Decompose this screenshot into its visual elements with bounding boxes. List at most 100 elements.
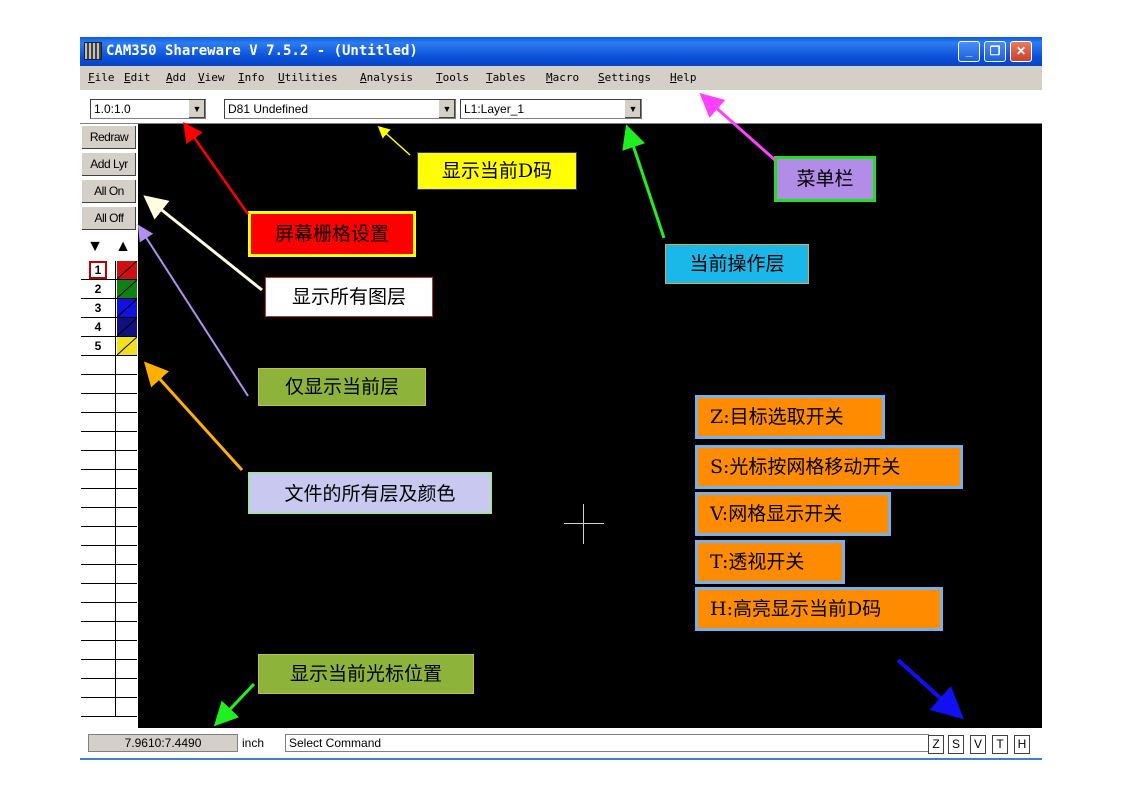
layer-color-swatch (117, 603, 137, 621)
layer-color-swatch[interactable] (117, 299, 137, 317)
menu-tools[interactable]: Tools (436, 71, 469, 84)
dcode-select-chevron-down-icon[interactable]: ▼ (438, 100, 455, 118)
layer-number-label: 1 (88, 261, 108, 279)
callout-v-toggle: V:网格显示开关 (695, 492, 891, 536)
callout-grid-setting: 屏幕栅格设置 (248, 211, 416, 257)
layer-number (81, 470, 116, 488)
layer-row (81, 489, 137, 508)
cursor-crosshair-icon (564, 523, 604, 524)
callout-current-dcode: 显示当前D码 (417, 152, 577, 190)
menu-info[interactable]: Info (238, 71, 265, 84)
layer-select-chevron-down-icon[interactable]: ▼ (624, 100, 641, 118)
all-on-button[interactable]: All On (81, 179, 137, 204)
toggle-v[interactable]: V (970, 735, 986, 754)
layer-row (81, 527, 137, 546)
layer-color-swatch (117, 451, 137, 469)
callout-current-layer: 当前操作层 (665, 244, 809, 284)
redraw-button[interactable]: Redraw (81, 125, 137, 150)
menu-utilities[interactable]: Utilities (278, 71, 338, 84)
layer-color-swatch (117, 527, 137, 545)
restore-button[interactable]: ❐ (984, 41, 1006, 62)
layer-color-swatch[interactable] (117, 280, 137, 298)
layer-color-swatch[interactable] (117, 337, 137, 355)
layer-row[interactable]: 1 (81, 261, 137, 280)
scroll-up-icon[interactable]: ▲ (109, 237, 137, 257)
callout-h-toggle: H:高亮显示当前D码 (695, 587, 943, 631)
layer-row (81, 565, 137, 584)
layer-number (81, 660, 116, 678)
window-title: CAM350 Shareware V 7.5.2 - (Untitled) (106, 43, 418, 59)
toggle-z[interactable]: Z (928, 735, 944, 754)
layer-number (81, 679, 116, 697)
minimize-button[interactable]: _ (958, 41, 980, 62)
layer-row (81, 432, 137, 451)
layer-number (81, 546, 116, 564)
layer-row (81, 356, 137, 375)
menu-edit[interactable]: Edit (124, 71, 151, 84)
toggle-h[interactable]: H (1014, 735, 1030, 754)
layer-color-swatch (117, 356, 137, 374)
layer-row (81, 679, 137, 698)
menu-analysis[interactable]: Analysis (360, 71, 413, 84)
all-off-button[interactable]: All Off (81, 206, 137, 231)
grid-select-chevron-down-icon[interactable]: ▼ (188, 100, 205, 118)
callout-cursor-position: 显示当前光标位置 (258, 654, 474, 694)
app-icon (84, 42, 102, 60)
menu-macro[interactable]: Macro (546, 71, 579, 84)
menu-file[interactable]: File (88, 71, 115, 84)
layer-color-swatch (117, 489, 137, 507)
layer-list: 1 2 3 4 5 (81, 261, 137, 717)
unit-label: inch (242, 736, 265, 750)
dcode-select-value: D81 Undefined (228, 102, 309, 116)
command-prompt: Select Command (285, 734, 929, 752)
title-bar[interactable]: CAM350 Shareware V 7.5.2 - (Untitled) _ … (80, 37, 1042, 66)
menu-bar: File Edit Add View Info Utilities Analys… (80, 66, 1042, 90)
layer-color-swatch (117, 679, 137, 697)
layer-number (81, 356, 116, 374)
layer-color-swatch (117, 641, 137, 659)
cursor-coordinates: 7.9610:7.4490 (88, 734, 238, 752)
layer-row (81, 413, 137, 432)
scroll-down-icon[interactable]: ▼ (81, 237, 109, 257)
toolbar: 1.0:1.0 ▼ D81 Undefined ▼ L1:Layer_1 ▼ (80, 90, 1042, 124)
menu-view[interactable]: View (198, 71, 225, 84)
layer-row (81, 375, 137, 394)
layer-number (81, 508, 116, 526)
layer-number (81, 394, 116, 412)
layer-row (81, 641, 137, 660)
layer-number (81, 565, 116, 583)
layer-color-swatch (117, 698, 137, 716)
layer-row[interactable]: 5 (81, 337, 137, 356)
close-button[interactable]: ✕ (1010, 41, 1032, 62)
dcode-select[interactable]: D81 Undefined ▼ (224, 99, 456, 119)
menu-settings[interactable]: Settings (598, 71, 651, 84)
menu-tables[interactable]: Tables (486, 71, 526, 84)
layer-row[interactable]: 2 (81, 280, 137, 299)
status-bar: 7.9610:7.4490 inch Select Command Z S V … (80, 728, 1042, 760)
add-layer-button[interactable]: Add Lyr (81, 152, 137, 177)
menu-add[interactable]: Add (166, 71, 186, 84)
callout-menu-bar: 菜单栏 (774, 156, 876, 202)
layer-color-swatch[interactable] (117, 318, 137, 336)
toggle-s[interactable]: S (948, 735, 964, 754)
layer-row (81, 508, 137, 527)
layer-row[interactable]: 4 (81, 318, 137, 337)
layer-color-swatch (117, 394, 137, 412)
layer-color-swatch (117, 565, 137, 583)
menu-help[interactable]: Help (670, 71, 697, 84)
toggle-t[interactable]: T (992, 735, 1008, 754)
layer-number (81, 603, 116, 621)
layer-number (81, 413, 116, 431)
layer-select[interactable]: L1:Layer_1 ▼ (460, 99, 642, 119)
layer-number (81, 584, 116, 602)
callout-t-toggle: T:透视开关 (695, 540, 845, 584)
layer-color-swatch (117, 432, 137, 450)
layer-row[interactable]: 3 (81, 299, 137, 318)
layer-number-label: 5 (94, 339, 102, 353)
grid-select[interactable]: 1.0:1.0 ▼ (90, 99, 206, 119)
layer-row (81, 451, 137, 470)
layer-number (81, 527, 116, 545)
layer-number: 5 (81, 337, 116, 355)
layer-color-swatch[interactable] (117, 261, 137, 279)
layer-color-swatch (117, 508, 137, 526)
